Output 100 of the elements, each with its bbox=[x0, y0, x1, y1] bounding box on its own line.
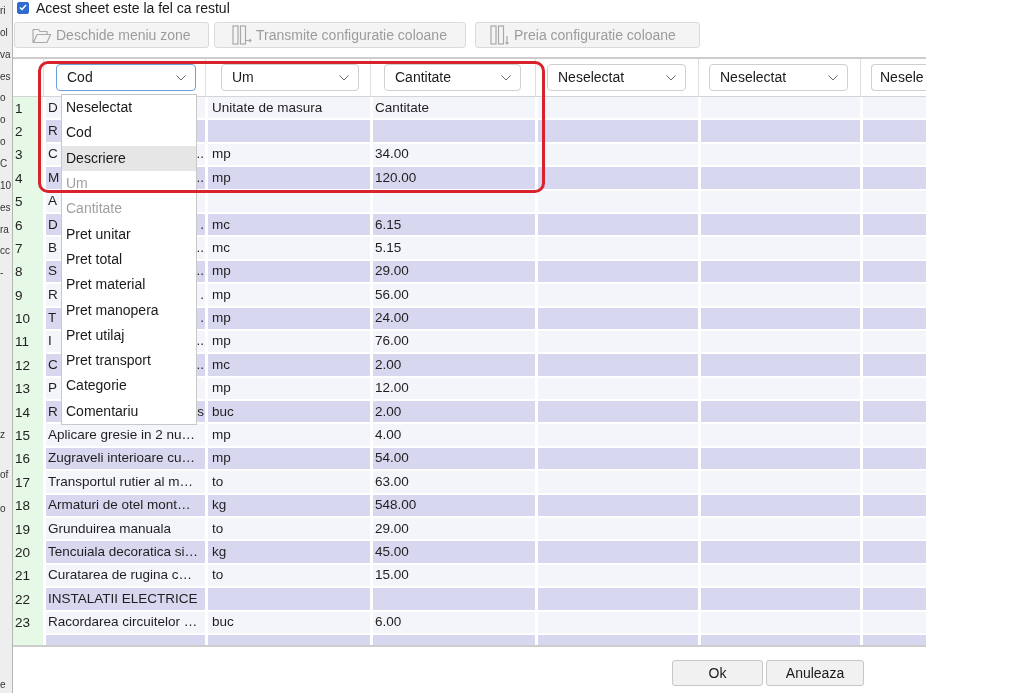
table-cell bbox=[860, 190, 926, 214]
table-cell: 120.00 bbox=[370, 167, 535, 191]
table-cell: mp bbox=[205, 284, 370, 308]
column-dropdown[interactable]: Neselectat bbox=[547, 64, 686, 91]
background-text: ri bbox=[0, 3, 6, 18]
table-cell bbox=[860, 401, 926, 425]
row-number: 6 bbox=[13, 213, 43, 238]
row-number: 19 bbox=[13, 518, 43, 542]
table-cell bbox=[860, 213, 926, 238]
table-cell bbox=[860, 237, 926, 261]
dialog-button[interactable]: Ok bbox=[672, 660, 763, 686]
table-cell: 5.15 bbox=[370, 237, 535, 261]
table-cell: 56.00 bbox=[370, 284, 535, 308]
table-cell: Transportul rutier al m… bbox=[43, 471, 205, 495]
row-number: 7 bbox=[13, 237, 43, 261]
row-number: 17 bbox=[13, 471, 43, 495]
chevron-down-icon bbox=[828, 74, 838, 81]
row-number: 20 bbox=[13, 541, 43, 565]
cell-text: . bbox=[200, 309, 204, 328]
table-cell bbox=[860, 471, 926, 495]
table-cell: 45.00 bbox=[370, 541, 535, 565]
dropdown-option[interactable]: Pret unitar bbox=[62, 221, 196, 247]
folder-icon bbox=[32, 26, 52, 44]
background-text: C bbox=[0, 156, 8, 171]
row-number: 10 bbox=[13, 307, 43, 331]
table-cell: Armaturi de otel mont… bbox=[43, 494, 205, 519]
table-cell: mp bbox=[205, 167, 370, 191]
table-cell: 2.00 bbox=[370, 354, 535, 378]
row-number: 1 bbox=[13, 97, 43, 121]
table-cell bbox=[860, 97, 926, 121]
dropdown-option[interactable]: Descriere bbox=[62, 145, 196, 171]
cell-text: . bbox=[200, 215, 204, 234]
dropdown-option[interactable]: Pret manopera bbox=[62, 297, 196, 323]
dropdown-option[interactable]: Cod bbox=[62, 120, 196, 146]
background-text: o bbox=[0, 135, 6, 150]
cell-text: C bbox=[48, 145, 58, 164]
table-cell: mp bbox=[205, 307, 370, 331]
table-cell: mc bbox=[205, 354, 370, 378]
table-cell bbox=[860, 260, 926, 285]
table-cell: to bbox=[205, 518, 370, 542]
cell-text: .. bbox=[196, 238, 204, 257]
row-number: 4 bbox=[13, 167, 43, 191]
table-cell: 15.00 bbox=[370, 564, 535, 589]
dropdown-option[interactable]: Pret transport bbox=[62, 347, 196, 374]
table-cell: 34.00 bbox=[370, 143, 535, 168]
table-cell: buc bbox=[205, 611, 370, 635]
table-cell bbox=[860, 588, 926, 612]
cell-text: .. bbox=[196, 262, 204, 281]
row-number: 16 bbox=[13, 447, 43, 472]
checkbox[interactable] bbox=[17, 1, 29, 14]
dropdown-option[interactable]: Pret total bbox=[62, 246, 196, 273]
background-text: ra bbox=[0, 222, 9, 237]
table-cell: mp bbox=[205, 424, 370, 448]
column-dropdown[interactable]: Neselectat bbox=[709, 64, 848, 91]
chevron-down-icon bbox=[176, 74, 186, 81]
table-cell: Unitate de masura bbox=[205, 97, 370, 121]
table-cell: 6.15 bbox=[370, 213, 535, 238]
dialog-button[interactable]: Anuleaza bbox=[766, 660, 864, 686]
cell-text: .. bbox=[196, 168, 204, 187]
dropdown-option[interactable]: Pret utilaj bbox=[62, 322, 196, 348]
cell-text: S bbox=[48, 262, 57, 281]
row-number: 11 bbox=[13, 330, 43, 355]
table-cell bbox=[860, 284, 926, 308]
table-cell bbox=[860, 307, 926, 331]
dropdown-option[interactable]: Neselectat bbox=[62, 95, 196, 121]
row-number: 12 bbox=[13, 354, 43, 378]
row-number: 15 bbox=[13, 424, 43, 448]
table-cell: mp bbox=[205, 260, 370, 285]
table-cell bbox=[860, 518, 926, 542]
columns-icon bbox=[232, 25, 252, 45]
table-cell bbox=[860, 635, 926, 645]
table-cell: 4.00 bbox=[370, 424, 535, 448]
table-cell: 63.00 bbox=[370, 471, 535, 495]
column-dropdown[interactable]: Cantitate bbox=[384, 64, 521, 91]
column-dropdown[interactable]: Um bbox=[221, 64, 359, 91]
table-cell bbox=[860, 167, 926, 191]
table-cell: 29.00 bbox=[370, 260, 535, 285]
table-cell bbox=[860, 494, 926, 519]
table-cell: kg bbox=[205, 494, 370, 519]
table-cell bbox=[860, 330, 926, 355]
dropdown-option[interactable]: Pret material bbox=[62, 272, 196, 298]
column-dropdown[interactable]: Nesele bbox=[871, 64, 926, 91]
background-text: o bbox=[0, 113, 6, 128]
chevron-down-icon bbox=[501, 74, 511, 81]
column-dropdown[interactable]: Cod bbox=[56, 64, 196, 91]
table-cell: 12.00 bbox=[370, 377, 535, 402]
table-cell: mp bbox=[205, 447, 370, 472]
cell-text: C bbox=[48, 355, 58, 374]
table-cell: Curatarea de rugina c… bbox=[43, 564, 205, 589]
table-cell bbox=[860, 120, 926, 144]
table-cell: Zugraveli interioare cu… bbox=[43, 447, 205, 472]
table-cell: 6.00 bbox=[370, 611, 535, 635]
table-cell bbox=[860, 354, 926, 378]
table-cell bbox=[860, 447, 926, 472]
background-text: 10 bbox=[0, 178, 12, 193]
row-number: 23 bbox=[13, 611, 43, 635]
cell-text: . bbox=[200, 285, 204, 304]
row-number: 13 bbox=[13, 377, 43, 402]
table-cell: mp bbox=[205, 143, 370, 168]
background-text: o bbox=[0, 91, 6, 106]
